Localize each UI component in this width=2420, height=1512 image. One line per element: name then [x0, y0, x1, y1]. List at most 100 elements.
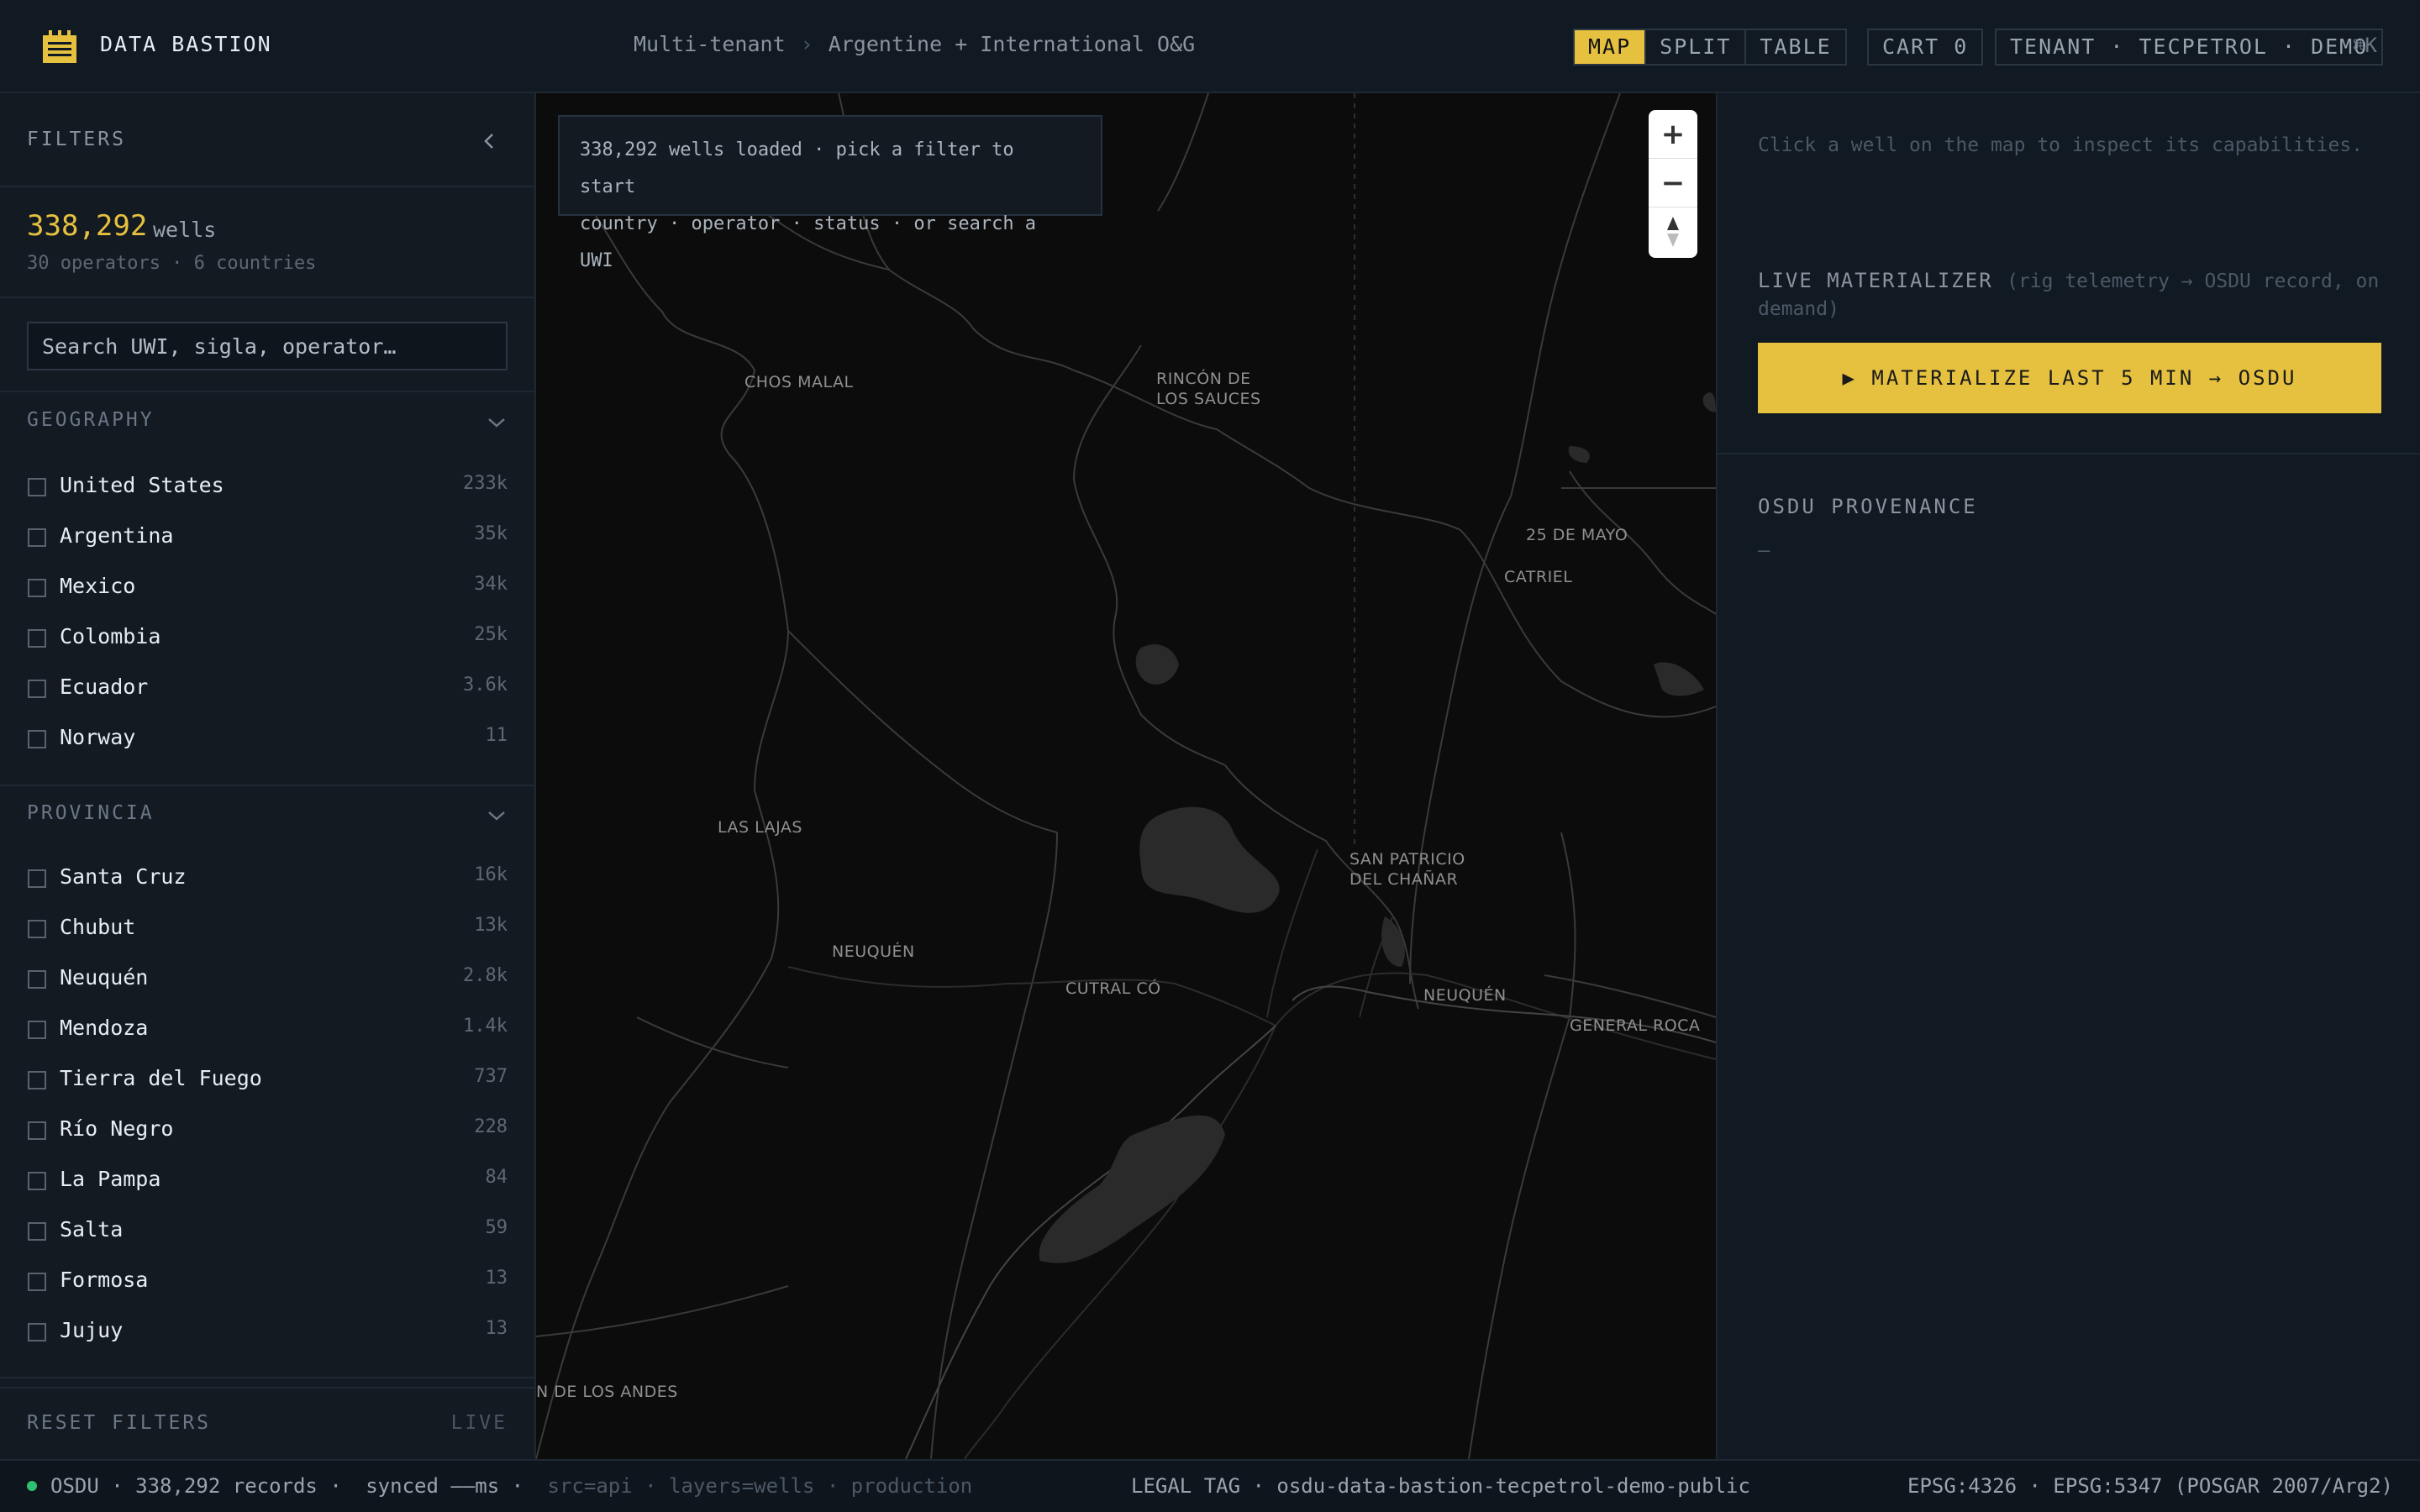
filter-label: Santa Cruz: [60, 864, 187, 889]
filter-count: 84: [485, 1167, 508, 1188]
geography-filter-item[interactable]: Argentina 35k: [0, 510, 534, 559]
filter-count: 233k: [463, 473, 508, 494]
search-container: [0, 298, 534, 392]
zoom-in-button[interactable]: +: [1649, 110, 1697, 159]
status-synced: synced ——ms ·: [366, 1474, 524, 1498]
map-zoom-controls: + −: [1649, 110, 1697, 258]
filter-count: 59: [485, 1217, 508, 1238]
provincia-filter-item[interactable]: La Pampa 84: [0, 1153, 534, 1202]
provincia-filter-item[interactable]: Salta 59: [0, 1204, 534, 1252]
materializer-heading: LIVE MATERIALIZER: [1758, 269, 1993, 292]
filter-label: Norway: [60, 725, 136, 749]
filter-label: Salta: [60, 1217, 124, 1242]
view-split-button[interactable]: SPLIT: [1646, 30, 1747, 64]
sidebar-footer: RESET FILTERS LIVE: [0, 1387, 534, 1459]
view-map-button[interactable]: MAP: [1575, 30, 1647, 64]
filter-label: Argentina: [60, 523, 174, 548]
checkbox[interactable]: [28, 869, 46, 888]
map-place-label: NEUQUÉN: [1423, 986, 1507, 1005]
filter-count: 3.6k: [463, 675, 508, 696]
filter-label: Chubut: [60, 915, 136, 939]
well-count-summary: 338,292 wells 30 operators · 6 countries: [0, 187, 534, 298]
reset-bearing-button[interactable]: [1649, 207, 1697, 256]
filter-label: Jujuy: [60, 1318, 124, 1342]
command-palette-shortcut[interactable]: ⌘K: [2353, 34, 2377, 57]
geography-filter-item[interactable]: Mexico 34k: [0, 560, 534, 609]
inspect-hint: Click a well on the map to inspect its c…: [1758, 134, 2364, 156]
filter-label: Mendoza: [60, 1016, 149, 1040]
provenance-value: —: [1758, 538, 1770, 562]
filter-count: 11: [485, 725, 508, 746]
checkbox[interactable]: [28, 478, 46, 496]
checkbox[interactable]: [28, 680, 46, 698]
checkbox[interactable]: [28, 528, 46, 547]
status-osdu: OSDU · 338,292 records ·: [50, 1474, 342, 1498]
filters-header: FILTERS: [0, 93, 534, 187]
geography-filter-item[interactable]: Colombia 25k: [0, 611, 534, 659]
checkbox[interactable]: [28, 1222, 46, 1241]
provincia-section-header[interactable]: PROVINCIA: [0, 785, 534, 836]
checkbox[interactable]: [28, 920, 46, 938]
filters-title: FILTERS: [27, 129, 126, 150]
filter-count: 2.8k: [463, 965, 508, 986]
breadcrumb-item[interactable]: Multi-tenant: [634, 32, 786, 56]
zoom-out-button[interactable]: −: [1649, 159, 1697, 207]
chevron-down-icon[interactable]: [486, 809, 508, 822]
checkbox[interactable]: [28, 1071, 46, 1089]
tenant-selector[interactable]: TENANT · TECPETROL · DEMO: [1995, 29, 2384, 66]
view-mode-toggle: MAP SPLIT TABLE: [1573, 29, 1847, 66]
view-table-button[interactable]: TABLE: [1746, 30, 1844, 64]
provincia-filter-item[interactable]: Formosa 13: [0, 1254, 534, 1303]
filter-label: Ecuador: [60, 675, 149, 699]
map-place-label: CATRIEL: [1504, 568, 1573, 586]
materialize-button[interactable]: ▶ MATERIALIZE LAST 5 MIN → OSDU: [1758, 343, 2381, 413]
provincia-filter-item[interactable]: Jujuy 13: [0, 1305, 534, 1353]
basemap: [536, 93, 1716, 1459]
provincia-filter-item[interactable]: Tierra del Fuego 737: [0, 1053, 534, 1101]
provincia-filter-item[interactable]: Río Negro 228: [0, 1103, 534, 1152]
provincia-filter-item[interactable]: Mendoza 1.4k: [0, 1002, 534, 1051]
geography-section-header[interactable]: GEOGRAPHY: [0, 392, 534, 443]
checkbox[interactable]: [28, 1021, 46, 1039]
checkbox[interactable]: [28, 1273, 46, 1291]
filter-count: 13k: [474, 915, 508, 936]
checkbox[interactable]: [28, 1121, 46, 1140]
legal-tag: LEGAL TAG · osdu-data-bastion-tecpetrol-…: [1131, 1474, 1750, 1498]
map-canvas[interactable]: 338,292 wells loaded · pick a filter to …: [536, 93, 1716, 1459]
filter-label: United States: [60, 473, 224, 497]
checkbox[interactable]: [28, 1323, 46, 1341]
top-bar: DATA BASTION Multi-tenant › Argentine + …: [0, 0, 2420, 93]
map-place-label: NEUQUÉN: [832, 942, 915, 961]
map-place-label: RINCÓN DE: [1156, 370, 1251, 388]
search-input[interactable]: [27, 322, 508, 370]
chevron-left-icon[interactable]: [479, 129, 499, 154]
reset-filters-button[interactable]: RESET FILTERS: [27, 1412, 211, 1434]
geography-filter-item[interactable]: United States 233k: [0, 459, 534, 508]
filter-label: Colombia: [60, 624, 161, 648]
live-indicator: LIVE: [450, 1412, 508, 1434]
breadcrumb-separator: ›: [800, 32, 813, 56]
provincia-filter-item[interactable]: Chubut 13k: [0, 901, 534, 950]
map-info-banner: 338,292 wells loaded · pick a filter to …: [558, 115, 1102, 271]
compass-icon: [1667, 217, 1679, 247]
chevron-down-icon[interactable]: [486, 416, 508, 429]
checkbox[interactable]: [28, 629, 46, 648]
filter-label: Formosa: [60, 1268, 149, 1292]
filter-label: Río Negro: [60, 1116, 174, 1141]
checkbox[interactable]: [28, 730, 46, 748]
breadcrumb-item[interactable]: Argentine + International O&G: [829, 32, 1196, 56]
map-place-label: 25 DE MAYO: [1526, 526, 1628, 544]
geography-filter-item[interactable]: Ecuador 3.6k: [0, 661, 534, 710]
map-place-label: SAN PATRICIO: [1349, 850, 1465, 869]
provincia-filter-item[interactable]: Santa Cruz 16k: [0, 851, 534, 900]
server-rack-icon: [43, 30, 76, 63]
checkbox[interactable]: [28, 1172, 46, 1190]
geography-filter-item[interactable]: Norway 11: [0, 711, 534, 760]
provenance-title: OSDU PROVENANCE: [1758, 495, 1978, 518]
filter-count: 25k: [474, 624, 508, 645]
provincia-filter-item[interactable]: Neuquén 2.8k: [0, 952, 534, 1000]
checkbox[interactable]: [28, 970, 46, 989]
well-count-subtitle: 30 operators · 6 countries: [27, 253, 317, 274]
cart-button[interactable]: CART 0: [1867, 29, 1984, 66]
checkbox[interactable]: [28, 579, 46, 597]
